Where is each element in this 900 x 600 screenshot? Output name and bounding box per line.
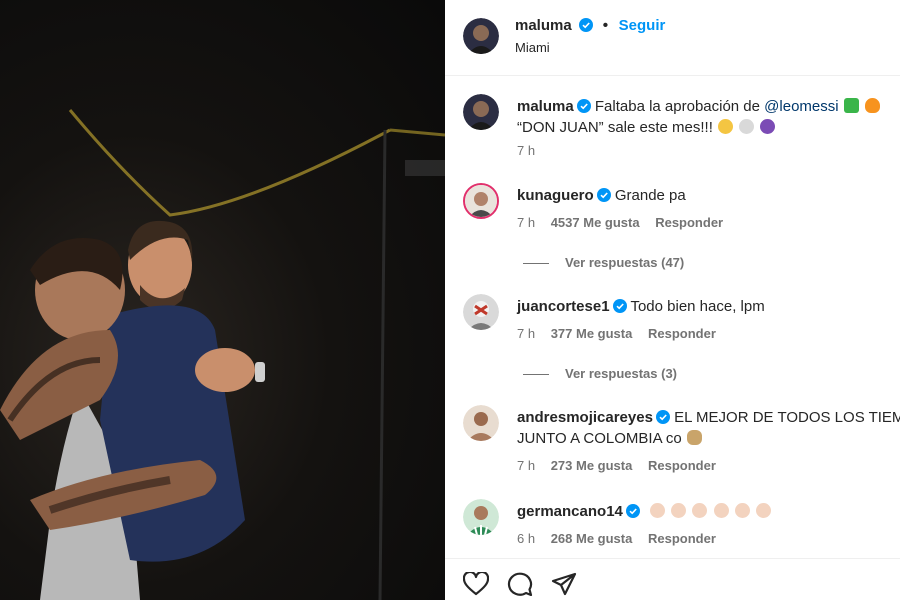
avatar-image [463, 94, 499, 130]
clap-emoji-icon [692, 503, 708, 518]
comment-body: Todo bien hace, lpm [630, 298, 765, 315]
scream-emoji-icon [718, 119, 734, 134]
view-replies-button[interactable]: Ver respuestas (47) [523, 255, 684, 270]
photo-illustration [0, 109, 445, 600]
avatar-image [463, 294, 499, 330]
reply-button[interactable]: Responder [648, 531, 716, 546]
comment-text: juancortese1 Todo bien hace, lpm [517, 296, 900, 317]
caption-body: Faltaba la aprobación de [594, 98, 765, 115]
post-photo[interactable] [0, 0, 445, 600]
avatar[interactable] [463, 405, 499, 441]
view-replies-label: Ver respuestas (47) [565, 255, 685, 270]
heart-icon[interactable] [462, 570, 490, 600]
comment-likes[interactable]: 268 Me gusta [551, 531, 633, 546]
avatar[interactable] [463, 183, 499, 219]
comment-text: andresmojicareyes EL MEJOR DE TODOS LOS … [517, 407, 900, 449]
separator-dot: • [602, 17, 609, 34]
verified-badge-icon [576, 98, 591, 113]
comment-meta: 6 h 268 Me gusta Responder [517, 531, 728, 546]
caption-line2: “DON JUAN” sale este mes!!! [517, 119, 713, 136]
header-title: maluma • Seguir [515, 17, 665, 35]
comment-meta: 7 h 4537 Me gusta Responder [517, 215, 735, 230]
comment-body: EL MEJOR DE TODOS LOS TIEMPOS [674, 409, 900, 426]
avatar-image [463, 499, 499, 535]
caption-text: maluma Faltaba la aprobación de @leomess… [517, 96, 900, 138]
replies-divider [523, 263, 549, 265]
comment-username[interactable]: andresmojicareyes [517, 409, 653, 426]
post-side-panel: maluma • Seguir Miami maluma Faltaba la … [445, 0, 900, 600]
avatar-image [463, 18, 499, 54]
avatar[interactable] [463, 294, 499, 330]
header-username[interactable]: maluma [515, 17, 572, 34]
clap-emoji-icon [713, 503, 729, 518]
goat-emoji-icon [686, 430, 702, 445]
comment-body-line2: JUNTO A COLOMBIA co [517, 430, 682, 447]
comment-text: kunaguero Grande pa [517, 185, 900, 206]
mention-link[interactable]: @leomessi [764, 98, 838, 115]
comment-username[interactable]: germancano14 [517, 503, 623, 520]
fire-emoji-icon [864, 98, 880, 113]
avatar-image [465, 185, 497, 217]
header-location[interactable]: Miami [515, 40, 550, 55]
comment-body: Grande pa [614, 187, 686, 204]
caption-time[interactable]: 7 h [517, 143, 535, 158]
verified-badge-icon [596, 187, 611, 202]
check-emoji-icon [843, 98, 859, 113]
comment-username[interactable]: juancortese1 [517, 298, 610, 315]
replies-divider [523, 374, 549, 376]
avatar[interactable] [463, 94, 499, 130]
reply-button[interactable]: Responder [655, 215, 723, 230]
clap-emoji-icon [650, 503, 666, 518]
action-bar [445, 558, 900, 600]
purple-heart-emoji-icon [760, 119, 776, 134]
comment-time[interactable]: 7 h [517, 458, 535, 473]
comment-time[interactable]: 6 h [517, 531, 535, 546]
avatar-image [463, 405, 499, 441]
view-replies-label: Ver respuestas (3) [565, 366, 678, 381]
comment-text: germancano14 [517, 501, 900, 522]
comment-icon[interactable] [507, 572, 533, 600]
avatar[interactable] [463, 18, 499, 54]
soccer-ball-emoji-icon [739, 119, 755, 134]
reply-button[interactable]: Responder [648, 458, 716, 473]
verified-badge-icon [655, 409, 670, 424]
comment-time[interactable]: 7 h [517, 326, 535, 341]
clap-emoji-icon [734, 503, 750, 518]
comment-likes[interactable]: 273 Me gusta [551, 458, 633, 473]
follow-button[interactable]: Seguir [619, 17, 666, 34]
post-header: maluma • Seguir Miami [445, 0, 900, 76]
comment-likes[interactable]: 377 Me gusta [551, 326, 633, 341]
verified-badge-icon [612, 298, 627, 313]
avatar[interactable] [463, 499, 499, 535]
view-replies-button[interactable]: Ver respuestas (3) [523, 366, 677, 381]
verified-badge-icon [625, 503, 640, 518]
verified-badge-icon [579, 18, 594, 32]
caption-username[interactable]: maluma [517, 98, 574, 115]
comment-meta: 7 h 377 Me gusta Responder [517, 326, 728, 341]
clap-emoji-icon [671, 503, 687, 518]
share-icon[interactable] [551, 572, 577, 600]
reply-button[interactable]: Responder [648, 326, 716, 341]
comment-likes[interactable]: 4537 Me gusta [551, 215, 640, 230]
comment-time[interactable]: 7 h [517, 215, 535, 230]
clap-emoji-icon [755, 503, 771, 518]
comment-meta: 7 h 273 Me gusta Responder [517, 458, 728, 473]
comment-username[interactable]: kunaguero [517, 187, 594, 204]
caption-meta: 7 h [517, 143, 547, 158]
